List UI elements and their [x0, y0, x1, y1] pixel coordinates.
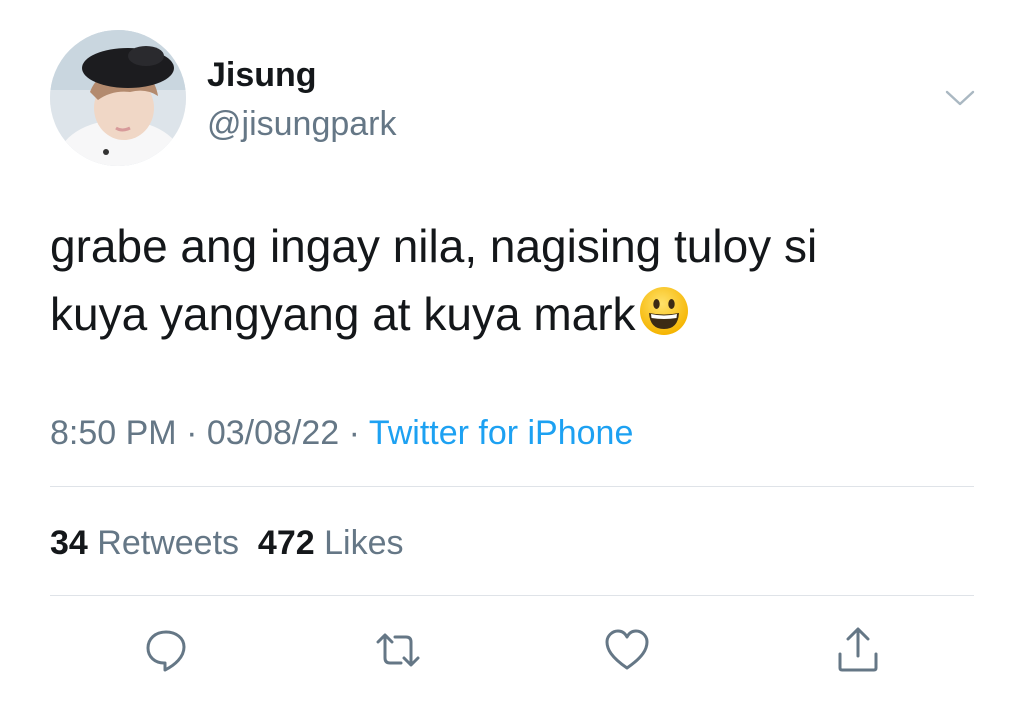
- tweet-text-line-2: kuya yangyang at kuya mark: [50, 280, 980, 348]
- retweets-label: Retweets: [97, 524, 240, 562]
- avatar[interactable]: [50, 30, 186, 166]
- tweet-source-link[interactable]: Twitter for iPhone: [369, 414, 634, 452]
- likes-stat[interactable]: 472 Likes: [258, 524, 404, 562]
- divider: [50, 595, 974, 596]
- share-icon[interactable]: [834, 626, 882, 674]
- tweet-time: 8:50 PM: [50, 414, 177, 452]
- tweet-text: grabe ang ingay nila, nagising tuloy si …: [50, 212, 980, 348]
- tweet-date: 03/08/22: [206, 414, 340, 452]
- retweets-count: 34: [50, 524, 88, 562]
- grinning-face-emoji-icon: [638, 285, 690, 337]
- user-handle[interactable]: @jisungpark: [207, 104, 397, 144]
- tweet-text-line-1: grabe ang ingay nila, nagising tuloy si: [50, 220, 818, 272]
- like-icon[interactable]: [603, 626, 651, 674]
- avatar-image: [50, 30, 186, 166]
- retweet-icon[interactable]: [374, 626, 422, 674]
- divider: [50, 486, 974, 487]
- display-name[interactable]: Jisung: [207, 56, 317, 94]
- meta-separator-1: ·: [176, 414, 207, 452]
- likes-label: Likes: [324, 524, 404, 562]
- retweets-stat[interactable]: 34 Retweets: [50, 524, 239, 562]
- reply-icon[interactable]: [142, 626, 190, 674]
- tweet-text-line-2-text: kuya yangyang at kuya mark: [50, 288, 636, 340]
- tweet-stats: 34 Retweets 472 Likes: [50, 522, 403, 564]
- likes-count: 472: [257, 524, 315, 562]
- chevron-down-icon[interactable]: [938, 82, 982, 112]
- meta-separator-2: ·: [339, 414, 369, 452]
- tweet-meta: 8:50 PM · 03/08/22 · Twitter for iPhone: [50, 412, 633, 454]
